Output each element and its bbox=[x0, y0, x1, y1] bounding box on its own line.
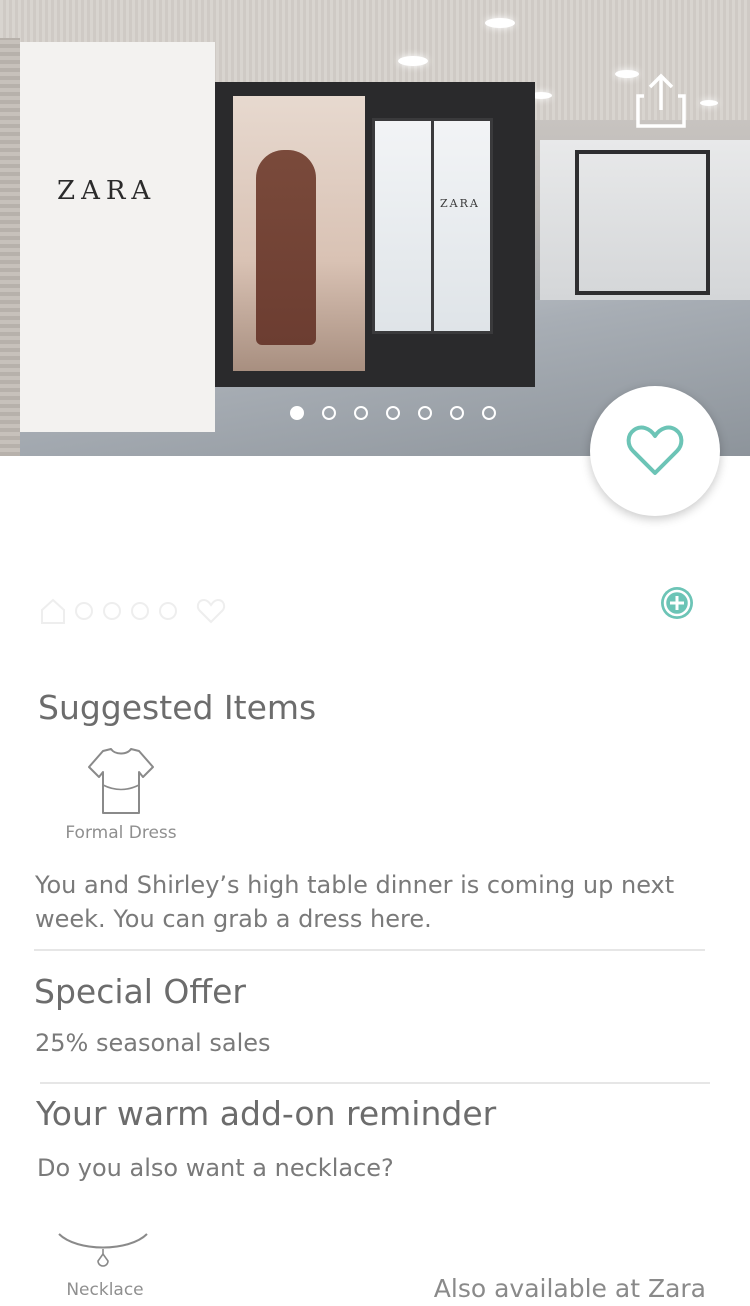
necklace-label: Necklace bbox=[66, 1280, 144, 1300]
divider bbox=[34, 949, 705, 951]
favorite-button[interactable] bbox=[590, 386, 720, 516]
poster-figure bbox=[256, 150, 316, 345]
special-offer-title: Special Offer bbox=[34, 972, 246, 1011]
share-button[interactable] bbox=[634, 72, 688, 130]
glass-panel bbox=[431, 118, 493, 334]
formal-dress-label: Formal Dress bbox=[65, 823, 177, 843]
carousel-dot[interactable] bbox=[386, 406, 400, 420]
store-wall bbox=[20, 42, 215, 432]
pillar bbox=[0, 38, 20, 456]
necklace-outline-icon bbox=[58, 1233, 148, 1267]
ceiling-light bbox=[485, 18, 515, 28]
reminder-question: Do you also want a necklace? bbox=[37, 1154, 394, 1182]
suggested-items-title: Suggested Items bbox=[38, 688, 317, 727]
suggested-item-necklace[interactable]: Necklace bbox=[45, 1228, 165, 1304]
home-icon bbox=[41, 598, 65, 624]
carousel-indicator bbox=[290, 406, 496, 424]
reminder-title: Your warm add-on reminder bbox=[36, 1094, 497, 1133]
suggested-message: You and Shirley’s high table dinner is c… bbox=[35, 871, 675, 933]
suggested-item-formal-dress[interactable]: Formal Dress bbox=[60, 745, 182, 850]
ceiling-light bbox=[398, 56, 428, 66]
special-offer-detail: 25% seasonal sales bbox=[35, 1029, 271, 1057]
carousel-dot[interactable] bbox=[482, 406, 496, 420]
glass-panel bbox=[372, 118, 434, 334]
faded-rating-row bbox=[38, 596, 226, 626]
store-logo: ZARA bbox=[57, 176, 157, 206]
far-window-frame bbox=[575, 150, 710, 295]
divider bbox=[40, 1082, 710, 1084]
ceiling-light bbox=[700, 100, 718, 106]
carousel-dot-active[interactable] bbox=[290, 406, 304, 420]
dress-outline-icon bbox=[88, 748, 154, 814]
plus-circle-icon bbox=[661, 587, 693, 619]
carousel-dot[interactable] bbox=[322, 406, 336, 420]
carousel-dot[interactable] bbox=[450, 406, 464, 420]
add-button[interactable] bbox=[660, 586, 694, 620]
carousel-dot[interactable] bbox=[418, 406, 432, 420]
star-icon bbox=[75, 602, 177, 620]
carousel-dot[interactable] bbox=[354, 406, 368, 420]
heart-icon bbox=[196, 598, 226, 624]
window-logo: ZARA bbox=[440, 197, 480, 210]
heart-outline-icon bbox=[626, 425, 684, 475]
availability-note: Also available at Zara bbox=[433, 1274, 706, 1303]
share-icon bbox=[636, 73, 686, 128]
